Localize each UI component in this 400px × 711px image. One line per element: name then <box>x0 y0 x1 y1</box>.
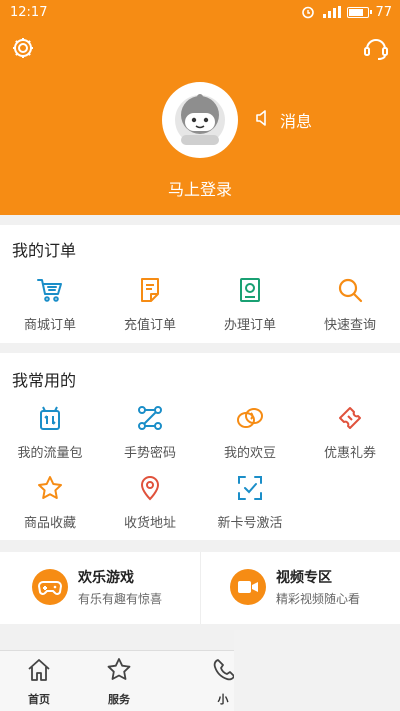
nav-service[interactable]: 服务 <box>84 657 154 707</box>
orders-item-label: 快速查询 <box>323 318 376 333</box>
favorites-title: 我常用的 <box>12 371 77 390</box>
orders-section: 我的订单 商城订单 充值订单 办理订单 快速查询 <box>0 225 400 343</box>
promo-section: 欢乐游戏 有乐有趣有惊喜 视频专区 精彩视频随心看 <box>0 552 400 624</box>
speaker-icon <box>254 109 272 131</box>
customer-service-icon[interactable] <box>362 34 390 62</box>
promo-subtitle: 有乐有趣有惊喜 <box>78 592 163 606</box>
favorites-item-coupon[interactable]: 优惠礼券 <box>300 403 400 461</box>
orders-item-label: 办理订单 <box>223 318 276 333</box>
gamepad-icon <box>32 569 68 605</box>
status-bar: 12:17 77 <box>0 0 400 24</box>
promo-divider <box>200 552 201 624</box>
promo-title: 欢乐游戏 <box>78 570 134 586</box>
scan-icon <box>235 473 265 503</box>
favorites-item-activate[interactable]: 新卡号激活 <box>200 473 300 531</box>
search-icon <box>335 275 365 305</box>
promo-subtitle: 精彩视频随心看 <box>276 592 361 606</box>
status-time: 12:17 <box>10 4 48 20</box>
alarm-icon <box>301 5 315 19</box>
favorites-item-beans[interactable]: 我的欢豆 <box>200 403 300 461</box>
home-icon <box>26 657 52 687</box>
orders-item-handle[interactable]: 办理订单 <box>200 275 300 333</box>
settings-gear-icon[interactable] <box>10 35 36 61</box>
signal-icon <box>321 6 342 18</box>
gesture-icon <box>135 403 165 433</box>
favorites-item-label: 手势密码 <box>123 446 176 461</box>
star-outline-icon <box>106 657 132 687</box>
orders-title: 我的订单 <box>12 241 77 260</box>
favorites-item-gesture[interactable]: 手势密码 <box>100 403 200 461</box>
promo-games[interactable]: 欢乐游戏 有乐有趣有惊喜 <box>32 552 162 622</box>
coupon-icon <box>335 403 365 433</box>
message-label: 消息 <box>280 112 313 131</box>
recharge-doc-icon <box>135 275 165 305</box>
nav-partial[interactable]: 小 <box>164 657 234 707</box>
star-icon <box>35 473 65 503</box>
nav-label: 服务 <box>108 693 130 706</box>
favorites-item-label: 商品收藏 <box>23 516 76 531</box>
message-button[interactable]: 消息 <box>254 108 312 132</box>
background-area <box>234 630 400 711</box>
handle-doc-icon <box>235 275 265 305</box>
promo-title: 视频专区 <box>276 570 332 586</box>
login-link[interactable]: 马上登录 <box>0 176 400 200</box>
bottom-nav: 首页 服务 小 <box>0 650 234 711</box>
nav-home[interactable]: 首页 <box>4 657 74 707</box>
battery-level: 77 <box>375 4 392 20</box>
promo-video[interactable]: 视频专区 精彩视频随心看 <box>230 552 360 622</box>
beans-icon <box>235 403 265 433</box>
nav-label: 首页 <box>28 693 50 706</box>
favorites-section: 我常用的 我的流量包 手势密码 我的欢豆 优惠礼券 商品收藏 收货地址 新卡号激… <box>0 353 400 540</box>
data-pack-icon <box>35 403 65 433</box>
orders-item-label: 商城订单 <box>23 318 76 333</box>
avatar[interactable] <box>162 82 238 158</box>
orders-item-mall[interactable]: 商城订单 <box>0 275 100 333</box>
profile-header: 12:17 77 消息 马上登录 <box>0 0 400 215</box>
cart-icon <box>35 275 65 305</box>
battery-icon <box>347 6 373 18</box>
favorites-item-label: 优惠礼券 <box>323 446 376 461</box>
location-icon <box>135 473 165 503</box>
favorites-item-label: 我的欢豆 <box>223 446 276 461</box>
favorites-item-label: 收货地址 <box>123 516 176 531</box>
orders-item-label: 充值订单 <box>123 318 176 333</box>
orders-item-query[interactable]: 快速查询 <box>300 275 400 333</box>
favorites-item-label: 我的流量包 <box>17 446 83 461</box>
nav-label: 小 <box>217 693 229 706</box>
orders-item-recharge[interactable]: 充值订单 <box>100 275 200 333</box>
favorites-item-address[interactable]: 收货地址 <box>100 473 200 531</box>
video-icon <box>230 569 266 605</box>
favorites-item-label: 新卡号激活 <box>217 516 283 531</box>
favorites-item-data-pack[interactable]: 我的流量包 <box>0 403 100 461</box>
robot-avatar-icon <box>175 94 225 145</box>
phone-icon <box>210 657 234 687</box>
favorites-item-collection[interactable]: 商品收藏 <box>0 473 100 531</box>
